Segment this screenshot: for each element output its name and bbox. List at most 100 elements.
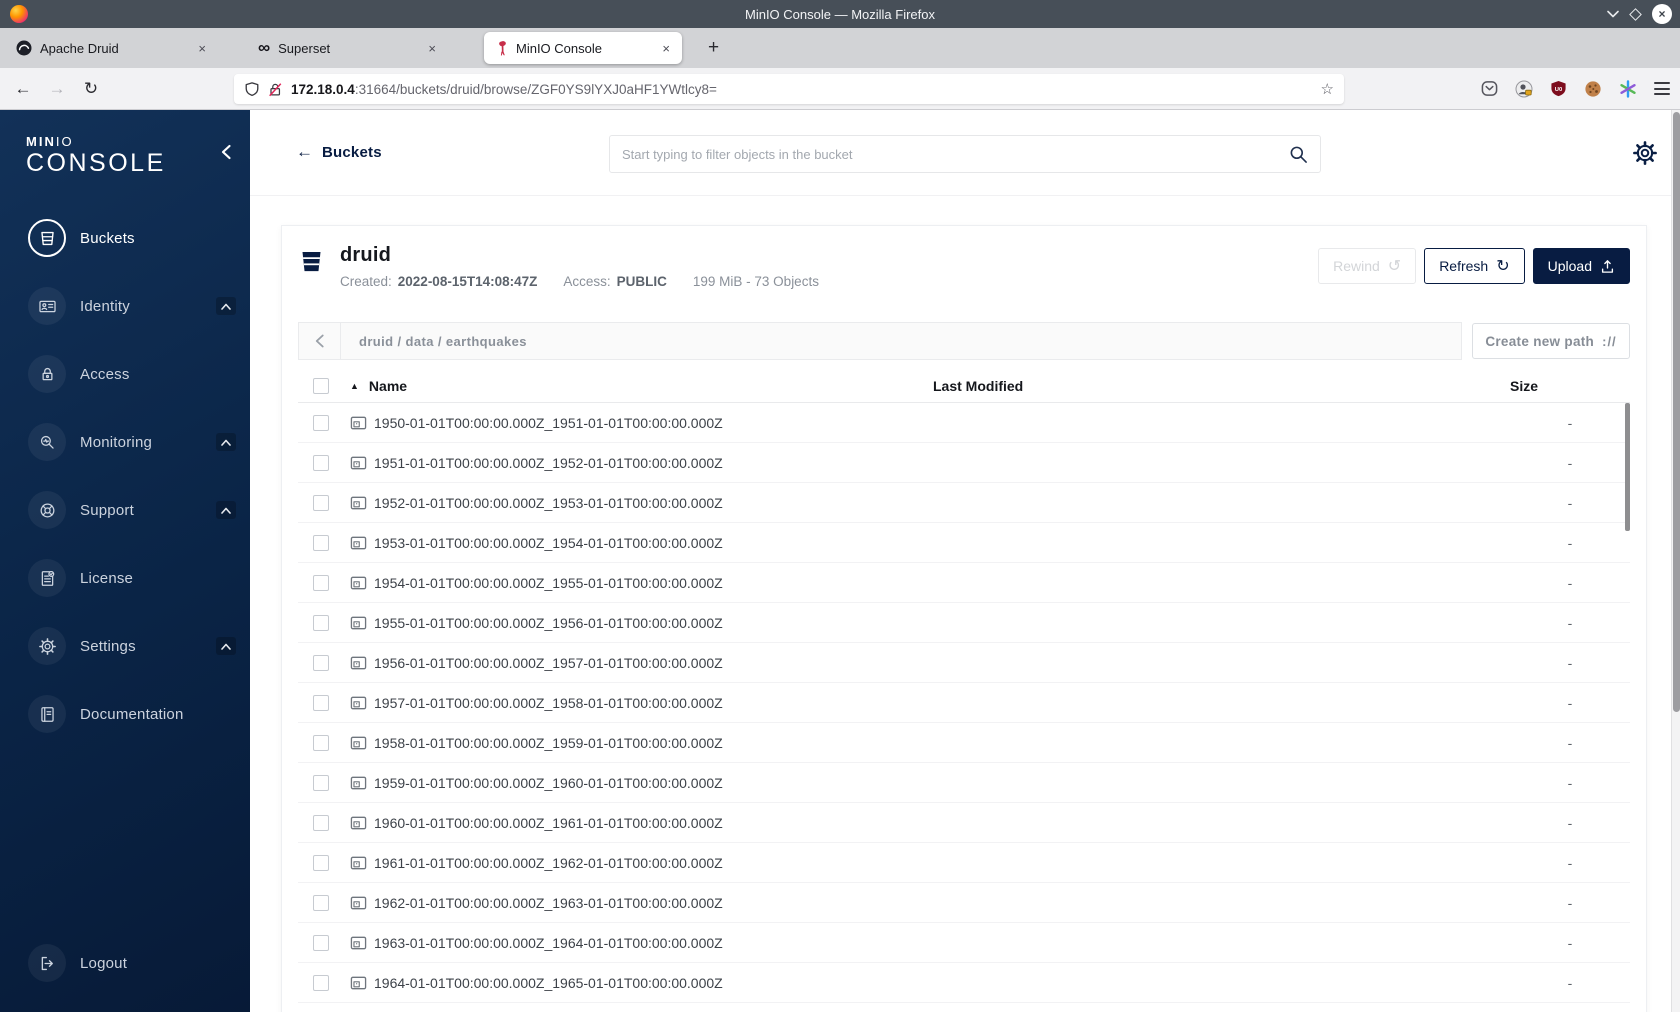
sidebar-item-monitoring[interactable]: Monitoring (0, 422, 250, 462)
row-checkbox[interactable] (313, 534, 329, 551)
row-checkbox[interactable] (313, 654, 329, 671)
window-maximize-button[interactable] (1629, 7, 1642, 21)
table-row[interactable]: 1963-01-01T00:00:00.000Z_1964-01-01T00:0… (298, 923, 1630, 963)
row-checkbox[interactable] (313, 894, 329, 911)
create-new-path-button[interactable]: Create new path :// (1472, 323, 1630, 359)
console-settings-gear-icon[interactable] (1632, 140, 1658, 166)
row-checkbox[interactable] (313, 574, 329, 591)
object-name[interactable]: 1958-01-01T00:00:00.000Z_1959-01-01T00:0… (374, 735, 723, 751)
table-scrollbar-thumb[interactable] (1625, 403, 1630, 531)
column-header-last-modified[interactable]: Last Modified (933, 378, 1510, 394)
select-all-checkbox[interactable] (313, 378, 329, 394)
tab-apache-druid[interactable]: Apache Druid × (6, 32, 218, 64)
table-row[interactable]: 1961-01-01T00:00:00.000Z_1962-01-01T00:0… (298, 843, 1630, 883)
collapse-chevron-icon[interactable] (216, 501, 236, 519)
object-name[interactable]: 1963-01-01T00:00:00.000Z_1964-01-01T00:0… (374, 935, 723, 951)
row-checkbox[interactable] (313, 974, 329, 991)
main-scrollbar-thumb[interactable] (1673, 112, 1680, 712)
sidebar-collapse-icon[interactable] (220, 144, 232, 160)
sidebar-item-identity[interactable]: Identity (0, 286, 250, 326)
breadcrumb[interactable]: druid / data / earthquakes (359, 334, 527, 349)
collapse-chevron-icon[interactable] (216, 433, 236, 451)
table-row[interactable]: 1960-01-01T00:00:00.000Z_1961-01-01T00:0… (298, 803, 1630, 843)
browser-reload-button[interactable]: ↻ (74, 79, 108, 99)
collapse-chevron-icon[interactable] (216, 637, 236, 655)
ublock-origin-icon[interactable]: U0 (1550, 80, 1567, 98)
object-name[interactable]: 1952-01-01T00:00:00.000Z_1953-01-01T00:0… (374, 495, 723, 511)
table-row[interactable]: 1954-01-01T00:00:00.000Z_1955-01-01T00:0… (298, 563, 1630, 603)
row-checkbox[interactable] (313, 774, 329, 791)
tab-close-icon[interactable]: × (426, 41, 438, 56)
insecure-lock-icon[interactable] (267, 81, 283, 98)
object-name[interactable]: 1951-01-01T00:00:00.000Z_1952-01-01T00:0… (374, 455, 723, 471)
object-name[interactable]: 1953-01-01T00:00:00.000Z_1954-01-01T00:0… (374, 535, 723, 551)
tab-close-icon[interactable]: × (196, 41, 208, 56)
new-tab-button[interactable]: + (700, 37, 727, 59)
row-checkbox[interactable] (313, 454, 329, 471)
column-header-name[interactable]: Name (369, 378, 407, 394)
tab-close-icon[interactable]: × (660, 41, 672, 56)
browser-back-button[interactable]: ← (6, 79, 40, 99)
back-to-buckets-link[interactable]: ← Buckets (296, 142, 382, 162)
object-filter-input[interactable] (622, 146, 1289, 162)
table-row[interactable]: 1950-01-01T00:00:00.000Z_1951-01-01T00:0… (298, 403, 1630, 443)
row-checkbox[interactable] (313, 934, 329, 951)
sidebar-item-settings[interactable]: Settings (0, 626, 250, 666)
sort-ascending-icon[interactable]: ▲ (350, 381, 359, 391)
url-text[interactable]: 172.18.0.4:31664/buckets/druid/browse/ZG… (291, 82, 1313, 97)
row-checkbox[interactable] (313, 854, 329, 871)
sidebar-item-license[interactable]: License (0, 558, 250, 598)
object-name[interactable]: 1964-01-01T00:00:00.000Z_1965-01-01T00:0… (374, 975, 723, 991)
table-row[interactable]: 1959-01-01T00:00:00.000Z_1960-01-01T00:0… (298, 763, 1630, 803)
pocket-icon[interactable] (1481, 80, 1498, 97)
table-row[interactable]: 1952-01-01T00:00:00.000Z_1953-01-01T00:0… (298, 483, 1630, 523)
column-header-size[interactable]: Size (1510, 378, 1630, 394)
object-name[interactable]: 1960-01-01T00:00:00.000Z_1961-01-01T00:0… (374, 815, 723, 831)
url-bar[interactable]: 172.18.0.4:31664/buckets/druid/browse/ZG… (234, 74, 1344, 104)
window-close-button[interactable]: × (1652, 4, 1672, 24)
table-row[interactable]: 1956-01-01T00:00:00.000Z_1957-01-01T00:0… (298, 643, 1630, 683)
browser-forward-button[interactable]: → (40, 79, 74, 99)
table-row[interactable]: 1964-01-01T00:00:00.000Z_1965-01-01T00:0… (298, 963, 1630, 1003)
tab-superset[interactable]: ∞ Superset × (248, 32, 448, 64)
collapse-chevron-icon[interactable] (216, 297, 236, 315)
refresh-button[interactable]: Refresh ↻ (1424, 248, 1525, 284)
sidebar-item-access[interactable]: Access (0, 354, 250, 394)
bookmark-star-icon[interactable]: ☆ (1321, 80, 1334, 98)
object-name[interactable]: 1959-01-01T00:00:00.000Z_1960-01-01T00:0… (374, 775, 723, 791)
main-scrollbar[interactable] (1671, 110, 1680, 1012)
row-checkbox[interactable] (313, 494, 329, 511)
row-checkbox[interactable] (313, 694, 329, 711)
row-checkbox[interactable] (313, 614, 329, 631)
row-checkbox[interactable] (313, 414, 329, 431)
table-row[interactable]: 1957-01-01T00:00:00.000Z_1958-01-01T00:0… (298, 683, 1630, 723)
object-filter-box[interactable] (609, 135, 1321, 173)
row-checkbox[interactable] (313, 814, 329, 831)
hamburger-menu-icon[interactable] (1654, 82, 1670, 95)
table-row[interactable]: 1958-01-01T00:00:00.000Z_1959-01-01T00:0… (298, 723, 1630, 763)
account-containers-icon[interactable] (1515, 80, 1533, 98)
object-name[interactable]: 1961-01-01T00:00:00.000Z_1962-01-01T00:0… (374, 855, 723, 871)
object-name[interactable]: 1962-01-01T00:00:00.000Z_1963-01-01T00:0… (374, 895, 723, 911)
cookie-icon[interactable] (1584, 80, 1602, 98)
sidebar-item-buckets[interactable]: Buckets (0, 218, 250, 258)
sidebar-item-documentation[interactable]: Documentation (0, 694, 250, 734)
window-minimize-button[interactable] (1607, 10, 1619, 18)
sidebar-item-logout[interactable]: Logout (0, 943, 250, 983)
tab-minio-console[interactable]: MinIO Console × (484, 32, 682, 64)
object-name[interactable]: 1955-01-01T00:00:00.000Z_1956-01-01T00:0… (374, 615, 723, 631)
object-name[interactable]: 1957-01-01T00:00:00.000Z_1958-01-01T00:0… (374, 695, 723, 711)
object-name[interactable]: 1956-01-01T00:00:00.000Z_1957-01-01T00:0… (374, 655, 723, 671)
object-name[interactable]: 1954-01-01T00:00:00.000Z_1955-01-01T00:0… (374, 575, 723, 591)
table-row[interactable]: 1951-01-01T00:00:00.000Z_1952-01-01T00:0… (298, 443, 1630, 483)
tracking-shield-icon[interactable] (244, 81, 260, 98)
table-row[interactable]: 1962-01-01T00:00:00.000Z_1963-01-01T00:0… (298, 883, 1630, 923)
upload-button[interactable]: Upload (1532, 248, 1630, 284)
extension-asterisk-icon[interactable] (1619, 79, 1637, 98)
sidebar-item-support[interactable]: Support (0, 490, 250, 530)
row-checkbox[interactable] (313, 734, 329, 751)
table-row[interactable]: 1955-01-01T00:00:00.000Z_1956-01-01T00:0… (298, 603, 1630, 643)
object-name[interactable]: 1950-01-01T00:00:00.000Z_1951-01-01T00:0… (374, 415, 723, 431)
path-back-button[interactable] (299, 323, 341, 359)
rewind-button[interactable]: Rewind ↺ (1318, 248, 1417, 284)
